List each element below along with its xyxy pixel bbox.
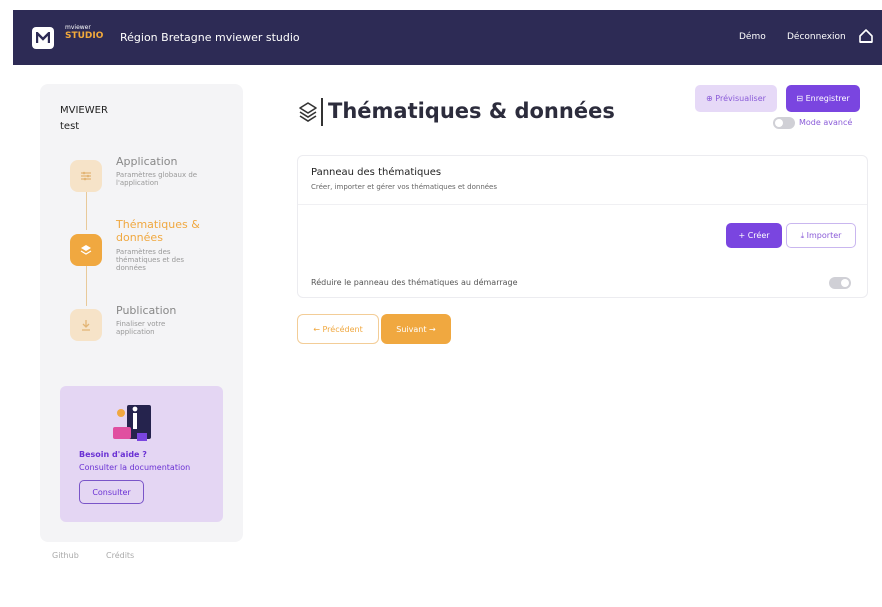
home-icon[interactable] bbox=[858, 28, 874, 44]
step-publication-desc: Finaliser votre application bbox=[116, 320, 166, 336]
logo-mark-icon bbox=[36, 32, 50, 43]
app-title: Région Bretagne mviewer studio bbox=[120, 31, 300, 44]
sidebar: MVIEWER test Application Paramètres glob… bbox=[40, 84, 243, 542]
sliders-icon bbox=[81, 171, 91, 181]
import-theme-button[interactable]: ⤓ Importer bbox=[786, 223, 856, 248]
advanced-mode-toggle[interactable] bbox=[773, 117, 795, 129]
sidebar-app-label: MVIEWER bbox=[60, 105, 108, 116]
step-application-title[interactable]: Application bbox=[116, 155, 177, 168]
panel-divider bbox=[298, 204, 867, 205]
themes-panel-card: Panneau des thématiques Créer, importer … bbox=[297, 155, 868, 298]
help-illustration-icon bbox=[113, 405, 151, 441]
title-divider bbox=[321, 98, 323, 126]
panel-subtitle: Créer, importer et gérer vos thématiques… bbox=[311, 183, 498, 191]
logo-wordmark: mviewer STUDIO bbox=[65, 25, 103, 41]
step-themes-icon[interactable] bbox=[70, 234, 102, 266]
reduce-panel-label: Réduire le panneau des thématiques au dé… bbox=[311, 278, 518, 287]
step-publication-icon[interactable] bbox=[70, 309, 102, 341]
advanced-mode-label: Mode avancé bbox=[799, 118, 853, 127]
step-themes-title[interactable]: Thématiques & données bbox=[116, 218, 216, 244]
page: mviewer STUDIO Région Bretagne mviewer s… bbox=[0, 0, 882, 607]
create-theme-button[interactable]: + Créer bbox=[726, 223, 782, 248]
reduce-panel-toggle[interactable] bbox=[829, 277, 851, 289]
top-header: mviewer STUDIO Région Bretagne mviewer s… bbox=[13, 10, 882, 65]
preview-button[interactable]: ⊕ Prévisualiser bbox=[695, 85, 777, 112]
step-application-desc: Paramètres globaux de l'application bbox=[116, 171, 198, 187]
panel-title: Panneau des thématiques bbox=[311, 167, 442, 178]
consult-docs-button[interactable]: Consulter bbox=[79, 480, 144, 504]
logo-studio-text: STUDIO bbox=[65, 31, 104, 41]
nav-demo-link[interactable]: Démo bbox=[739, 32, 766, 42]
help-card: Besoin d'aide ? Consulter la documentati… bbox=[60, 386, 223, 522]
step-themes-desc: Paramètres des thématiques et des donnée… bbox=[116, 248, 185, 272]
step-connector bbox=[86, 266, 87, 306]
layers-icon bbox=[299, 102, 317, 122]
save-button[interactable]: ⊟ Enregistrer bbox=[786, 85, 860, 112]
step-publication-title[interactable]: Publication bbox=[116, 304, 176, 317]
sidebar-project-name: test bbox=[60, 121, 80, 132]
previous-button[interactable]: ← Précédent bbox=[297, 314, 379, 344]
step-application-icon[interactable] bbox=[70, 160, 102, 192]
footer-credits-link[interactable]: Crédits bbox=[106, 551, 134, 560]
help-title: Besoin d'aide ? bbox=[79, 450, 147, 459]
nav-logout-link[interactable]: Déconnexion bbox=[787, 32, 846, 42]
download-icon bbox=[82, 320, 90, 331]
layers-icon bbox=[80, 245, 92, 255]
page-title: Thématiques & données bbox=[328, 99, 615, 123]
mviewer-logo-icon bbox=[32, 27, 54, 49]
step-connector bbox=[86, 191, 87, 230]
help-subtitle: Consulter la documentation bbox=[79, 463, 191, 472]
footer-github-link[interactable]: Github bbox=[52, 551, 79, 560]
next-button[interactable]: Suivant → bbox=[381, 314, 451, 344]
